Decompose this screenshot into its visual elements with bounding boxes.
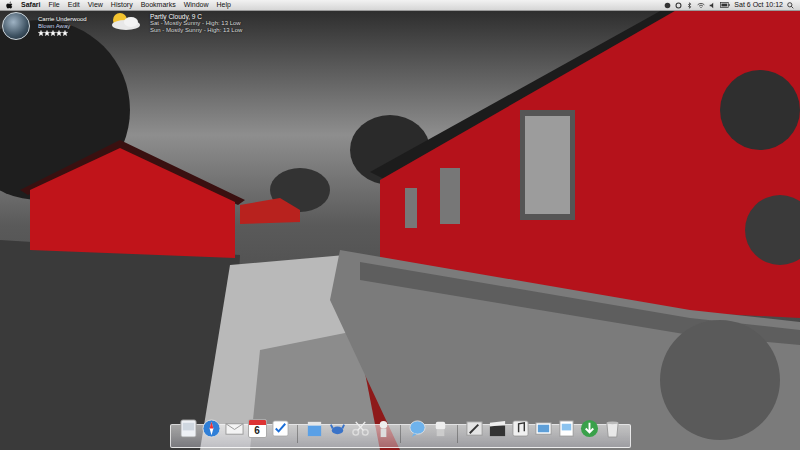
forecast-list: Sat - Mostly Sunny - High: 13 LowSun - M… [150,20,242,34]
menu-item[interactable]: Bookmarks [141,0,176,10]
calendar-day: 6 [249,425,266,437]
menu-item[interactable]: File [48,0,59,10]
partly-cloudy-icon [104,11,146,31]
dock: 6 [0,418,800,450]
star-icon[interactable] [50,30,56,36]
weather-current: Partly Cloudy, 9 C [150,13,242,20]
clapper-icon[interactable] [488,419,507,438]
apple-icon[interactable] [6,1,13,9]
chat-icon[interactable] [408,419,427,438]
wifi-icon[interactable] [697,2,705,9]
menu-item[interactable]: Help [217,0,231,10]
song-title: Blown Away [38,23,87,30]
scissors-icon[interactable] [351,419,370,438]
forecast-line: Sun - Mostly Sunny - High: 13 Low [150,27,242,34]
preview-icon[interactable] [557,419,576,438]
star-icon[interactable] [56,30,62,36]
itunes-widget[interactable]: Carrie Underwood Blown Away [2,12,87,40]
crab-icon[interactable] [328,419,347,438]
album-art [2,12,30,40]
menu-bar: Safari File Edit View History Bookmarks Windo… [0,0,800,11]
photo-icon[interactable] [534,419,553,438]
mail-icon[interactable] [225,419,244,438]
pen-icon[interactable] [465,419,484,438]
wallpaper-photo [0,0,800,450]
menu-item[interactable]: Edit [68,0,80,10]
bluetooth-icon[interactable] [686,2,693,9]
menu-item[interactable]: History [111,0,133,10]
spotlight-icon[interactable] [787,2,794,9]
menu-item[interactable]: Window [184,0,209,10]
desktop: Safari File Edit View History Bookmarks Windo… [0,0,800,450]
menu-list: File Edit View History Bookmarks Window Help [48,0,231,10]
star-icon[interactable] [62,30,68,36]
menu-item[interactable]: View [88,0,103,10]
status-icon[interactable] [664,2,671,9]
figure-icon[interactable] [374,419,393,438]
music-icon[interactable] [511,419,530,438]
forecast-line: Sat - Mostly Sunny - High: 13 Low [150,20,242,27]
artist-label: Carrie Underwood [38,16,87,23]
sync-icon[interactable] [675,2,682,9]
weather-widget[interactable]: Partly Cloudy, 9 C Sat - Mostly Sunny - … [104,11,242,34]
star-icon[interactable] [38,30,44,36]
dock-shelf: 6 [170,424,631,448]
safari-icon[interactable] [202,419,221,438]
app-menu[interactable]: Safari [21,0,40,10]
volume-icon[interactable] [709,2,716,9]
box-icon[interactable] [305,419,324,438]
calendar-icon[interactable]: 6 [248,419,267,438]
reminders-icon[interactable] [271,419,290,438]
star-icon[interactable] [44,30,50,36]
star-rating[interactable] [38,30,87,36]
trash-icon[interactable] [603,419,622,438]
robot-icon[interactable] [431,419,450,438]
finder-icon[interactable] [179,419,198,438]
battery-icon[interactable] [720,2,730,8]
download-icon[interactable] [580,419,599,438]
desktop-area: Carrie Underwood Blown Away Partly Cloud… [0,11,800,418]
clock[interactable]: Sat 6 Oct 10:12 [734,0,783,10]
